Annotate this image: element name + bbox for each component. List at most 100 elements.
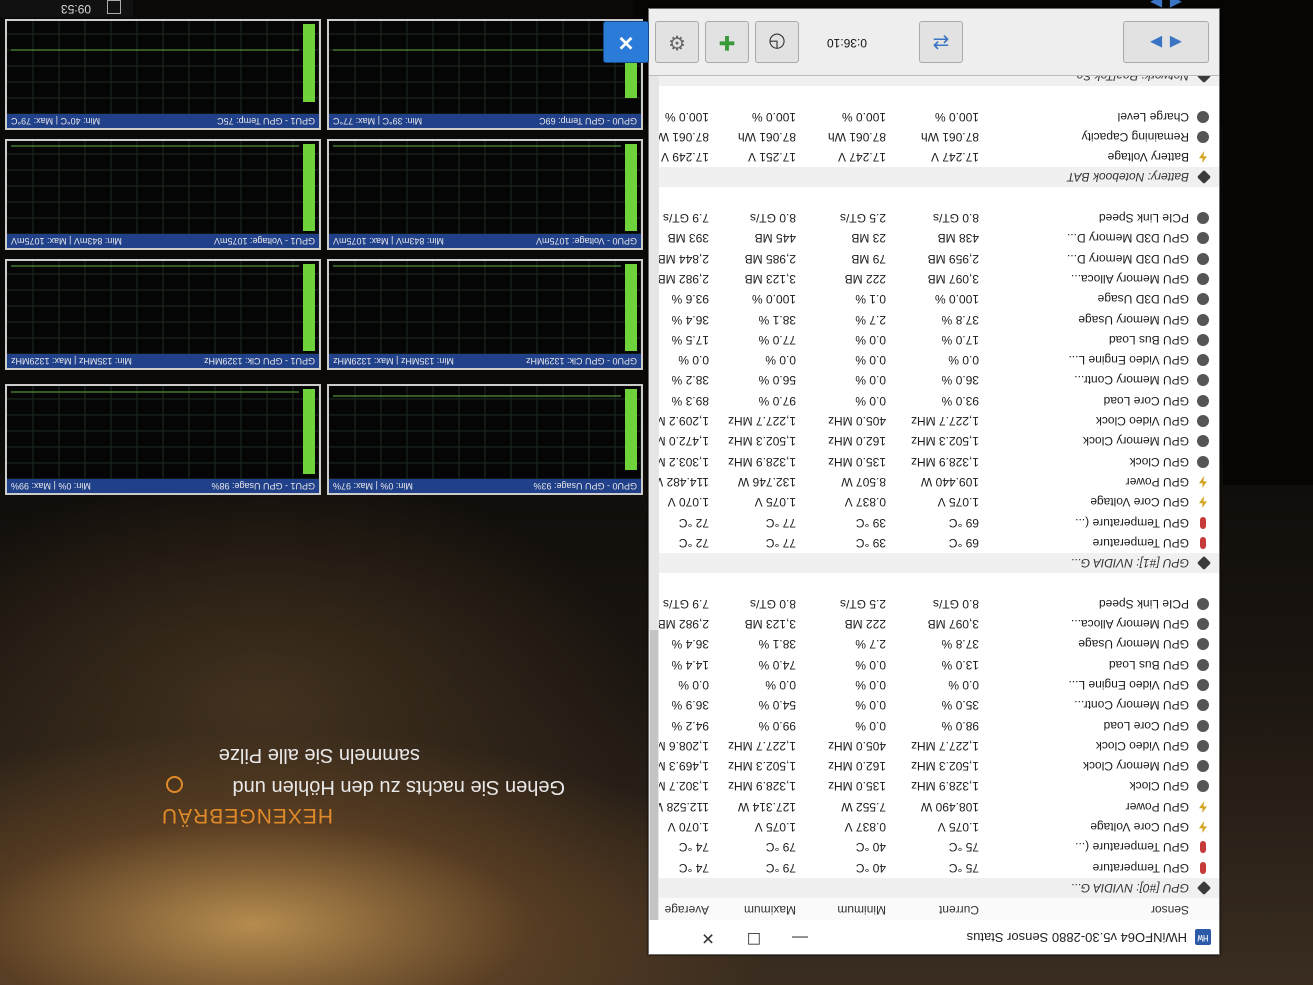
sensor-row[interactable]: GPU Video Clock 1,227.7 MHz 405.0 MHz 1,227… [659, 411, 1219, 431]
minimize-button[interactable]: — [777, 920, 823, 954]
sensor-current-value: 75 °C [948, 861, 979, 875]
sensor-minimum-value: 135.0 MHz [827, 779, 886, 793]
column-minimum[interactable]: Minimum [837, 903, 886, 917]
sensor-row[interactable]: GPU Memory Alloca... 3,097 MB 222 MB 3,123 … [659, 269, 1219, 289]
column-maximum[interactable]: Maximum [744, 903, 796, 917]
lightning-icon [1199, 801, 1207, 813]
sensor-row[interactable]: PCIe Link Speed 8.0 GT/s 2.5 GT/s 8.0 GT/s 7… [659, 594, 1219, 614]
sensor-graph-panel[interactable]: GPU1 - GPU Temp: 75C Min: 40°C | Max: 79°… [5, 19, 321, 130]
gauge-icon [1197, 354, 1209, 366]
sensor-graph-panel[interactable]: GPU0 - Voltage: 1075mV Min: 843mV | Max: … [327, 139, 643, 250]
hwinfo-app-icon: HW [1195, 929, 1211, 945]
navigate-arrows-icon[interactable]: ◄► ◄► [1123, 0, 1209, 63]
sensor-minimum-value: 162.0 MHz [827, 759, 886, 773]
sensor-row[interactable]: GPU Power 108.490 W 7.552 W 127.314 W 112.52… [659, 797, 1219, 817]
clock-icon[interactable]: ◷ [755, 21, 799, 63]
sensor-average-value: 7.9 GT/s [662, 211, 709, 225]
title-bar[interactable]: HW HWiNFO64 v5.30-2880 Sensor Status — ☐… [649, 919, 1219, 954]
sensor-minimum-value: 0.0 % [855, 658, 886, 672]
sensor-group-row[interactable]: Network: RealTek Se... [659, 76, 1219, 86]
gauge-icon [1197, 638, 1209, 650]
sensor-minimum-value: 222 MB [844, 617, 886, 631]
sensor-average-value: 2,982 MB [659, 272, 709, 286]
sensor-row[interactable]: PCIe Link Speed 8.0 GT/s 2.5 GT/s 8.0 GT/s 7… [659, 208, 1219, 228]
sensor-row[interactable]: GPU Core Load 98.0 % 0.0 % 99.0 % 94.2 % [659, 716, 1219, 736]
sensor-row[interactable]: GPU Temperature (... 75 °C 40 °C 79 °C 74 °C [659, 837, 1219, 857]
sensor-row[interactable]: GPU Memory Clock 1,502.3 MHz 162.0 MHz 1,50… [659, 756, 1219, 776]
close-sensors-button[interactable]: ✕ [603, 21, 649, 63]
sensor-graph-panel[interactable]: GPU1 - GPU Clk: 1329MHz Min: 135MHz | Max… [5, 259, 321, 370]
settings-gear-icon[interactable]: ⚙ [655, 21, 699, 63]
sensor-row[interactable]: GPU Power 109.440 W 8.507 W 132.746 W 114.48… [659, 472, 1219, 492]
sensor-row[interactable]: GPU Clock 1,328.9 MHz 135.0 MHz 1,328.9 MHz… [659, 776, 1219, 796]
sensor-maximum-value: 97.0 % [758, 394, 796, 408]
sensor-row[interactable]: GPU Memory Contr... 36.0 % 0.0 % 56.0 % 38.2… [659, 370, 1219, 390]
column-sensor[interactable]: Sensor [1151, 903, 1189, 917]
network-icon[interactable]: ⇄ [919, 21, 963, 63]
maximize-button[interactable]: ☐ [731, 920, 777, 954]
sensor-row[interactable]: GPU Bus Load 17.0 % 0.0 % 77.0 % 17.5 % [659, 330, 1219, 350]
sensor-row[interactable]: GPU Core Load 93.0 % 0.0 % 97.0 % 89.3 % [659, 391, 1219, 411]
sensor-row[interactable]: GPU Video Clock 1,227.7 MHz 405.0 MHz 1,227… [659, 736, 1219, 756]
sensor-maximum-value: 38.1 % [758, 637, 796, 651]
sensor-row[interactable]: GPU Memory Alloca... 3,097 MB 222 MB 3,123 … [659, 614, 1219, 634]
sensor-name: GPU [#1]: NVIDIA G... [1070, 556, 1189, 570]
sensor-row[interactable]: Remaining Capacity 87.061 Wh 87.061 Wh 87.0… [659, 127, 1219, 147]
sensor-name: GPU [#0]: NVIDIA G... [1070, 881, 1189, 895]
sensor-maximum-value: 1.075 V [754, 495, 796, 509]
group-collapse-icon [1196, 169, 1212, 185]
scrollbar-thumb[interactable] [650, 630, 658, 920]
sensor-row[interactable]: GPU Temperature 69 °C 39 °C 77 °C 72 °C [659, 533, 1219, 553]
sensor-row[interactable]: GPU D3D Memory D... 2,959 MB 79 MB 2,985 MB… [659, 249, 1219, 269]
sensor-maximum-value: 3,123 MB [744, 272, 796, 286]
sensor-name: Network: RealTek Se... [1066, 76, 1189, 83]
graph-title: GPU1 - Voltage: 1075mV [213, 236, 315, 246]
sensor-row[interactable]: GPU Memory Clock 1,502.3 MHz 162.0 MHz 1,50… [659, 431, 1219, 451]
column-current[interactable]: Current [939, 903, 979, 917]
sensor-name: GPU Core Voltage [1090, 495, 1189, 509]
sensor-graph-panel[interactable]: GPU0 - GPU Clk: 1329MHz Min: 135MHz | Max… [327, 259, 643, 370]
lightning-icon [1199, 496, 1207, 508]
sensor-group-row[interactable]: GPU [#1]: NVIDIA G... [659, 553, 1219, 573]
sensor-list[interactable]: GPU [#0]: NVIDIA G... GPU Temperature 75 °… [659, 76, 1219, 898]
lightning-icon [1199, 821, 1207, 833]
sensor-row[interactable]: GPU Memory Usage 37.8 % 2.7 % 38.1 % 36.4 % [659, 634, 1219, 654]
sensor-row[interactable]: GPU Memory Contr... 35.0 % 0.0 % 54.0 % 36.9… [659, 695, 1219, 715]
add-icon[interactable]: ✚ [705, 21, 749, 63]
sensor-group-row[interactable]: Battery: Notebook BAT [659, 167, 1219, 187]
sensor-current-value: 1,328.9 MHz [910, 455, 979, 469]
sensor-row[interactable]: GPU Temperature (... 69 °C 39 °C 77 °C 72 °C [659, 513, 1219, 533]
sensor-graph-panel[interactable]: GPU1 - GPU Usage: 98% Min: 0% | Max: 99% [5, 384, 321, 495]
sensor-row[interactable]: GPU Video Engine L... 0.0 % 0.0 % 0.0 % 0.0 … [659, 350, 1219, 370]
sensor-graph-panel[interactable]: GPU0 - GPU Temp: 69C Min: 39°C | Max: 77°… [327, 19, 643, 130]
sensor-maximum-value: 132.746 W [737, 475, 796, 489]
tray-icon[interactable] [107, 0, 121, 14]
sensor-row[interactable]: GPU Temperature 75 °C 40 °C 79 °C 74 °C [659, 858, 1219, 878]
sensor-row[interactable]: GPU D3D Memory D... 438 MB 23 MB 445 MB 393 … [659, 228, 1219, 248]
sensor-minimum-value: 87.061 Wh [827, 130, 886, 144]
group-collapse-icon [1196, 880, 1212, 896]
close-button[interactable]: ✕ [685, 920, 731, 954]
column-average[interactable]: Average [665, 903, 709, 917]
sensor-current-value: 35.0 % [941, 698, 979, 712]
quest-text-line-1: Gehen Sie nachts zu den Höhlen und [232, 776, 565, 798]
sensor-average-value: 1.070 V [667, 820, 709, 834]
sensor-graph-panel[interactable]: GPU1 - Voltage: 1075mV Min: 843mV | Max: … [5, 139, 321, 250]
sensor-current-value: 13.0 % [941, 658, 979, 672]
sensor-row[interactable]: GPU Memory Usage 37.8 % 2.7 % 38.1 % 36.4 % [659, 310, 1219, 330]
vertical-scrollbar[interactable] [649, 76, 659, 920]
sensor-row[interactable]: GPU Core Voltage 1.075 V 0.837 V 1.075 V 1.0… [659, 492, 1219, 512]
sensor-current-value: 1.075 V [937, 495, 979, 509]
sensor-row[interactable]: GPU Core Voltage 1.075 V 0.837 V 1.075 V 1.0… [659, 817, 1219, 837]
sensor-average-value: 1,302.7 MHz [659, 779, 709, 793]
sensor-name: GPU Video Engine L... [1068, 353, 1189, 367]
sensor-row[interactable]: GPU D3D Usage 100.0 % 0.1 % 100.0 % 93.6 % [659, 289, 1219, 309]
sensor-row[interactable]: GPU Video Engine L... 0.0 % 0.0 % 0.0 % 0.0 … [659, 675, 1219, 695]
sensor-graph-panel[interactable]: GPU0 - GPU Usage: 93% Min: 0% | Max: 97% [327, 384, 643, 495]
sensor-row[interactable]: Battery Voltage 17.247 V 17.247 V 17.251 V 1… [659, 147, 1219, 167]
sensor-row[interactable]: GPU Clock 1,328.9 MHz 135.0 MHz 1,328.9 MHz… [659, 452, 1219, 472]
sensor-group-row[interactable]: GPU [#0]: NVIDIA G... [659, 878, 1219, 898]
graph-range: Min: 135MHz | Max: 1329MHz [11, 356, 132, 366]
sensor-row[interactable]: Charge Level 100.0 % 100.0 % 100.0 % 100.0 % [659, 107, 1219, 127]
sensor-row[interactable]: GPU Bus Load 13.0 % 0.0 % 74.0 % 14.4 % [659, 655, 1219, 675]
